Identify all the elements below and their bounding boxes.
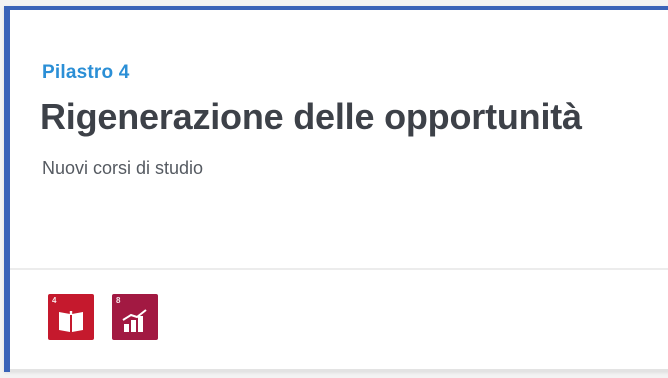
pillar-card[interactable]: Pilastro 4 Rigenerazione delle opportuni… [4, 6, 668, 372]
growth-chart-icon [122, 309, 147, 332]
card-bottom-border [10, 369, 668, 372]
card-divider [10, 268, 668, 270]
open-book-icon [59, 311, 83, 332]
card-subtitle: Nuovi corsi di studio [42, 158, 204, 178]
sdg-number: 8 [116, 296, 121, 305]
card-title: Rigenerazione delle opportunità [40, 96, 582, 137]
sdg-badges: 4 8 [48, 294, 158, 340]
sdg-8-badge: 8 [112, 294, 158, 340]
pillar-label: Pilastro 4 [42, 62, 130, 83]
sdg-4-badge: 4 [48, 294, 94, 340]
sdg-number: 4 [52, 296, 57, 305]
